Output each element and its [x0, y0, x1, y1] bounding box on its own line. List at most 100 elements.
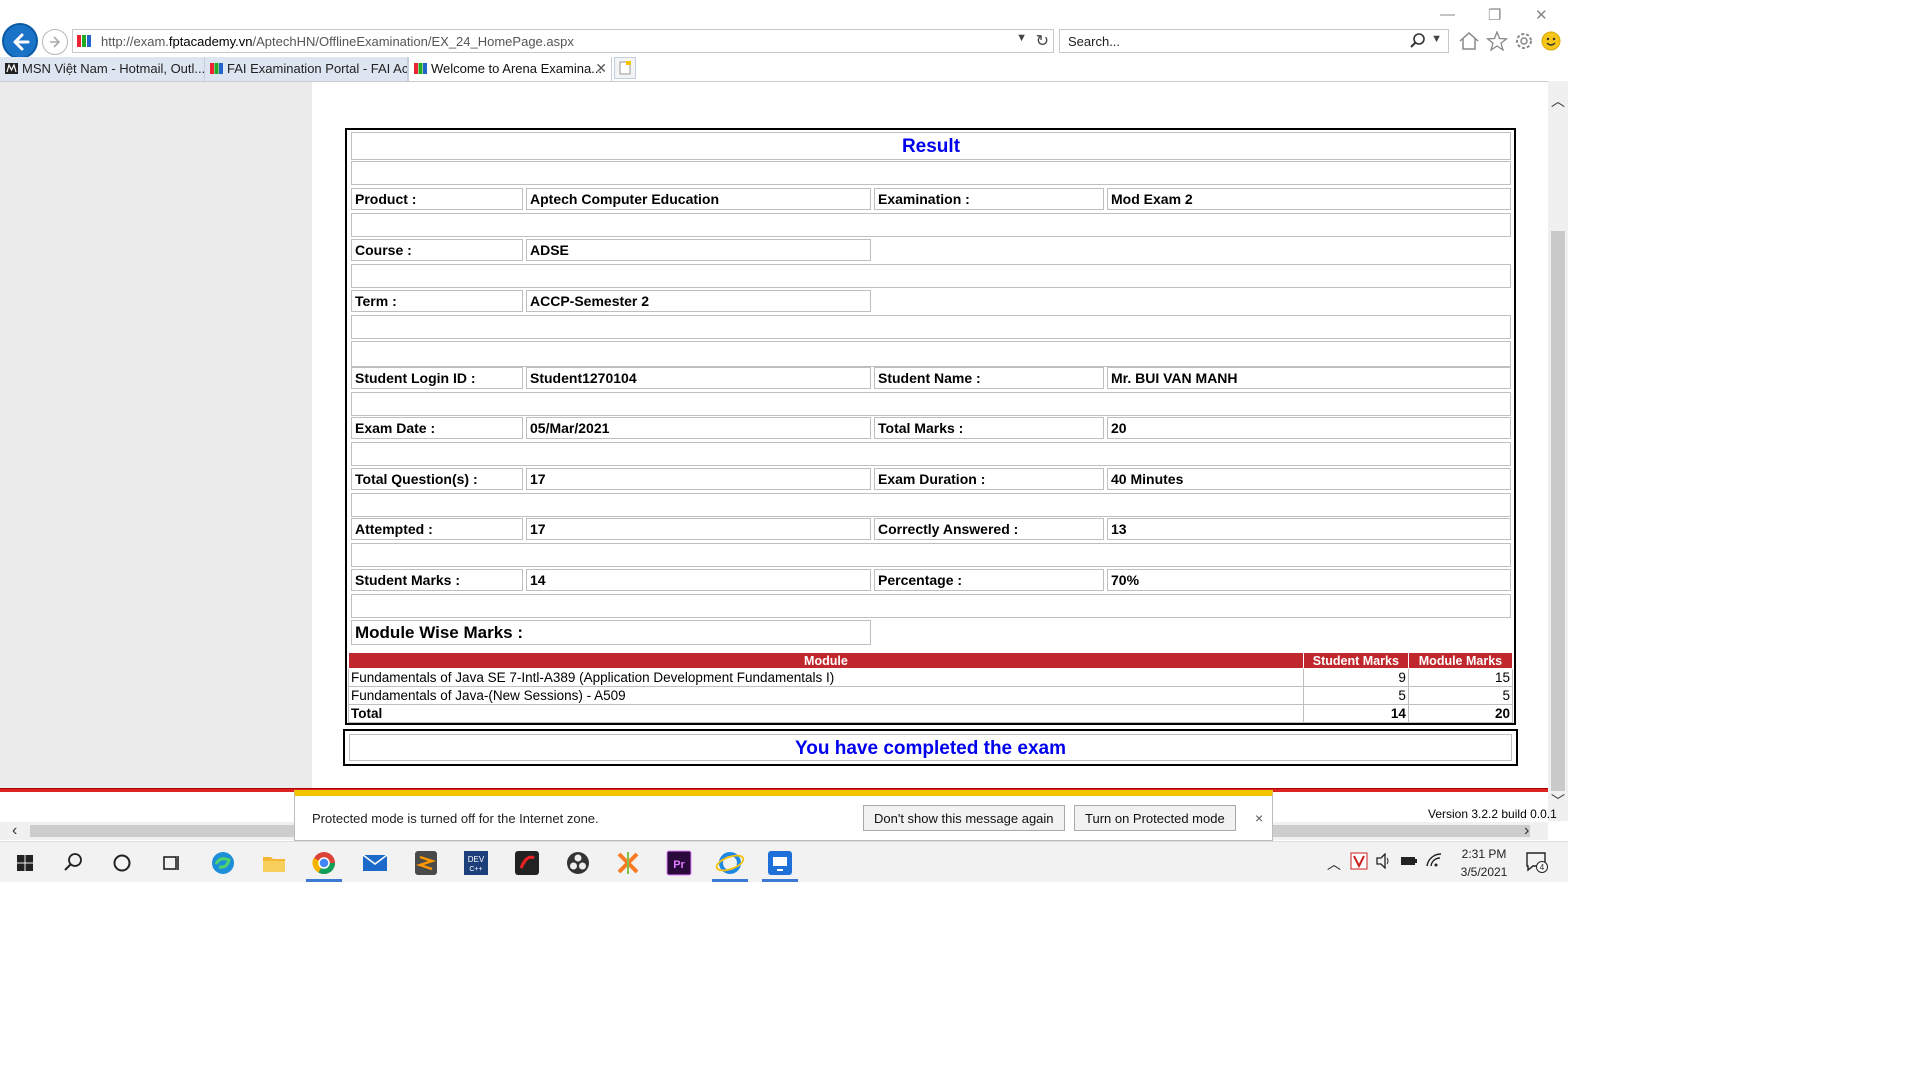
total-marks-label: Total Marks : — [874, 417, 1104, 439]
spacer-row — [351, 442, 1511, 466]
header-module-marks: Module Marks — [1407, 652, 1514, 669]
refresh-icon[interactable]: ↻ — [1036, 31, 1049, 51]
taskbar-search-icon[interactable] — [58, 848, 88, 878]
forward-button[interactable] — [42, 29, 68, 55]
ie-active-indicator — [712, 879, 748, 882]
site-favicon-icon — [77, 35, 91, 47]
vertical-scrollbar[interactable]: ︿ ﹀ — [1548, 81, 1568, 821]
rdp-active-indicator — [762, 879, 798, 882]
close-notification-icon[interactable]: × — [1255, 810, 1263, 826]
attempted-value: 17 — [526, 518, 871, 540]
cortana-icon[interactable] — [107, 848, 137, 878]
scroll-thumb[interactable] — [1551, 231, 1565, 791]
mail-icon[interactable] — [360, 848, 390, 878]
minimize-icon[interactable]: — — [1440, 6, 1455, 23]
percentage-label: Percentage : — [874, 569, 1104, 591]
tab-msn[interactable]: MSN Việt Nam - Hotmail, Outl... — [0, 57, 205, 81]
attempted-label: Attempted : — [351, 518, 523, 540]
spacer-row — [351, 493, 1511, 517]
feedback-smiley-icon[interactable] — [1540, 31, 1562, 51]
exam-date-value: 05/Mar/2021 — [526, 417, 871, 439]
scroll-up-icon[interactable]: ︿ — [1551, 91, 1565, 111]
search-icon[interactable] — [1410, 33, 1426, 49]
dont-show-again-button[interactable]: Don't show this message again — [863, 805, 1065, 831]
msn-favicon-icon — [5, 63, 18, 74]
new-tab-button[interactable] — [614, 57, 636, 79]
windows-start-icon[interactable] — [10, 848, 40, 878]
action-center-icon[interactable]: 4 — [1525, 851, 1549, 873]
restore-icon[interactable]: ❐ — [1488, 6, 1501, 24]
forward-arrow-icon — [50, 36, 61, 48]
spacer-row — [351, 543, 1511, 567]
xampp-icon[interactable] — [613, 848, 643, 878]
tab-label: FAI Examination Portal - FAI Ac... — [227, 61, 408, 76]
student-name-label: Student Name : — [874, 367, 1104, 389]
module-name: Fundamentals of Java-(New Sessions) - A5… — [348, 686, 1304, 705]
spacer-row — [351, 315, 1511, 339]
duration-label: Exam Duration : — [874, 468, 1104, 490]
taskbar-clock[interactable]: 2:31 PM 3/5/2021 — [1452, 845, 1516, 881]
questions-label: Total Question(s) : — [351, 468, 523, 490]
exam-date-label: Exam Date : — [351, 417, 523, 439]
wifi-icon[interactable] — [1425, 852, 1443, 868]
module-wise-label: Module Wise Marks : — [351, 620, 871, 645]
new-tab-icon — [619, 61, 631, 75]
tray-expand-icon[interactable]: ︿ — [1327, 854, 1341, 874]
address-bar[interactable]: http://exam.fptacademy.vn/AptechHN/Offli… — [72, 29, 1054, 53]
term-label: Term : — [351, 290, 523, 312]
edge-browser-icon[interactable] — [208, 848, 238, 878]
table-row: Fundamentals of Java SE 7-Intl-A389 (App… — [348, 668, 1514, 687]
premiere-pro-icon[interactable]: Pr — [664, 848, 694, 878]
dev-cpp-icon[interactable]: DEV C++ — [461, 848, 491, 878]
search-input[interactable]: Search... — [1068, 34, 1120, 49]
tab-fai-portal[interactable]: FAI Examination Portal - FAI Ac... — [205, 57, 408, 81]
turn-on-protected-mode-button[interactable]: Turn on Protected mode — [1074, 805, 1236, 831]
student-marks-value: 14 — [526, 569, 871, 591]
obs-icon[interactable] — [563, 848, 593, 878]
correct-value: 13 — [1107, 518, 1511, 540]
volume-icon[interactable] — [1375, 853, 1393, 869]
total-module-marks: 20 — [1407, 704, 1514, 723]
remote-desktop-icon[interactable] — [765, 848, 795, 878]
protected-mode-notification: Protected mode is turned off for the Int… — [294, 790, 1273, 841]
module-marks: 5 — [1407, 686, 1514, 705]
favorites-star-icon[interactable] — [1486, 31, 1508, 51]
close-window-icon[interactable]: ✕ — [1535, 6, 1548, 24]
back-arrow-icon — [13, 33, 30, 51]
search-box[interactable]: Search... ▼ — [1059, 29, 1449, 53]
spacer-row — [351, 264, 1511, 288]
battery-icon[interactable] — [1400, 854, 1418, 868]
completion-panel: You have completed the exam — [343, 729, 1518, 766]
home-icon[interactable] — [1458, 31, 1480, 51]
sublime-text-icon[interactable] — [411, 848, 441, 878]
tab-strip: MSN Việt Nam - Hotmail, Outl... FAI Exam… — [0, 57, 1568, 81]
table-row: Fundamentals of Java-(New Sessions) - A5… — [348, 686, 1514, 705]
address-dropdown-icon[interactable]: ▼ — [1016, 32, 1027, 44]
table-header-row: Module Student Marks Module Marks — [348, 652, 1514, 669]
taskbar: DEV C++ Pr ︿ 2:31 PM 3/5/2021 4 — [0, 841, 1568, 882]
version-text: Version 3.2.2 build 0.0.1 — [1428, 807, 1557, 821]
file-explorer-icon[interactable] — [259, 848, 289, 878]
product-value: Aptech Computer Education — [526, 188, 871, 210]
url-text[interactable]: http://exam.fptacademy.vn/AptechHN/Offli… — [101, 34, 574, 49]
internet-explorer-icon[interactable] — [715, 848, 745, 878]
tab-arena-exam[interactable]: Welcome to Arena Examina... ✕ — [408, 57, 612, 81]
vietkey-tray-icon[interactable] — [1350, 852, 1368, 870]
settings-gear-icon[interactable] — [1513, 31, 1535, 51]
exam-label: Examination : — [874, 188, 1104, 210]
task-view-icon[interactable] — [157, 848, 187, 878]
garena-icon[interactable] — [512, 848, 542, 878]
module-marks: 15 — [1407, 668, 1514, 687]
search-dropdown-icon[interactable]: ▼ — [1431, 33, 1442, 45]
module-marks-table: Module Student Marks Module Marks Fundam… — [348, 652, 1514, 723]
student-name-value: Mr. BUI VAN MANH — [1107, 367, 1511, 389]
back-button[interactable] — [2, 23, 38, 59]
scroll-right-icon[interactable]: › — [1524, 822, 1529, 840]
scroll-left-icon[interactable]: ‹ — [12, 822, 17, 840]
header-student-marks: Student Marks — [1302, 652, 1409, 669]
clock-date: 3/5/2021 — [1460, 865, 1508, 879]
spacer-row — [351, 213, 1511, 237]
close-tab-icon[interactable]: ✕ — [595, 60, 607, 77]
student-marks: 5 — [1302, 686, 1409, 705]
chrome-icon[interactable] — [309, 848, 339, 878]
